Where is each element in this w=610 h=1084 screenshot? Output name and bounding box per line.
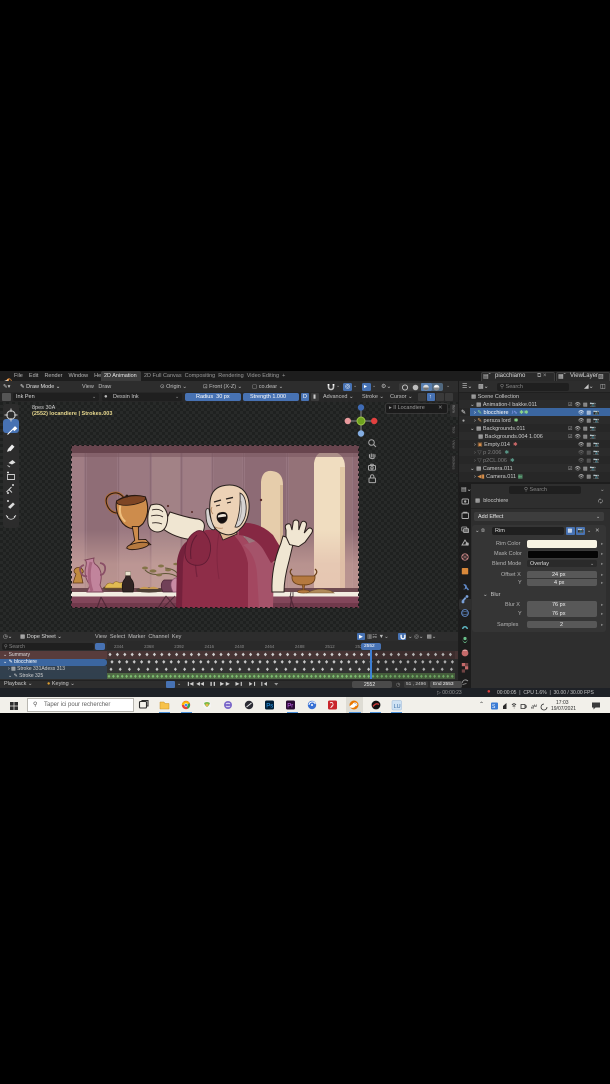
svg-text:𝑎ᴹ: 𝑎ᴹ [531, 703, 537, 710]
svg-text:Pr: Pr [287, 704, 293, 710]
svg-text:Ps: Ps [266, 704, 273, 710]
svg-text:LU: LU [394, 704, 401, 710]
